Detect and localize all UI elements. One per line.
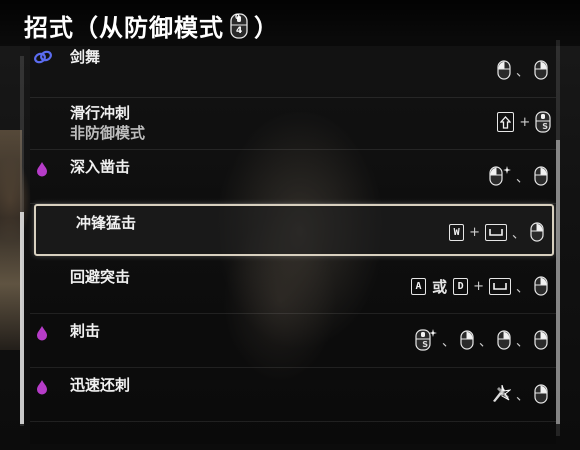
sparkle-icon xyxy=(428,329,437,337)
move-name: 迅速还刺 xyxy=(70,376,131,394)
key-d-icon: D xyxy=(453,277,469,295)
title-prefix: 招式（从防御模式 xyxy=(24,14,224,42)
move-row[interactable]: 迅速还刺 、 xyxy=(30,368,556,422)
separator: 、 xyxy=(515,64,529,80)
separator: 、 xyxy=(441,334,455,350)
move-name: 冲锋猛击 xyxy=(76,214,137,232)
purple-drop-icon xyxy=(36,162,48,177)
move-row[interactable]: 滑行冲刺非防御模式 + S xyxy=(30,96,556,150)
purple-drop-icon xyxy=(36,380,48,395)
move-name: 滑行冲刺 xyxy=(70,104,131,122)
move-subtitle: 非防御模式 xyxy=(70,124,146,142)
move-row[interactable]: 刺击 S 、 、 、 xyxy=(30,314,556,368)
mouse-left-click-icon xyxy=(497,60,511,80)
move-row[interactable]: 冲锋猛击 W + 、 xyxy=(34,204,554,256)
parry-icon xyxy=(491,385,511,403)
plus-sign: + xyxy=(519,114,531,130)
move-row[interactable]: 回避突击 A 或 D + 、 xyxy=(30,260,556,314)
move-name: 深入凿击 xyxy=(70,158,131,176)
mouse-right-click-icon xyxy=(534,330,548,350)
scroll-digit-top: 0 xyxy=(235,12,241,21)
key-w-icon: W xyxy=(449,223,465,241)
plus-sign: + xyxy=(473,278,484,294)
or-label: 或 xyxy=(432,277,448,296)
key-a-icon: A xyxy=(411,277,427,295)
sparkle-icon xyxy=(502,166,511,174)
header-bar: 招式（从防御模式 04 ） xyxy=(0,0,580,46)
move-inputs: S 、 、 、 xyxy=(415,328,548,352)
move-inputs: 、 xyxy=(491,382,548,406)
background-character-edge xyxy=(0,130,22,350)
mouse-right-click-icon xyxy=(534,60,548,80)
left-scrollbar-thumb[interactable] xyxy=(20,212,24,424)
mouse-right-click-icon xyxy=(497,330,511,350)
space-key-icon xyxy=(488,277,511,295)
scroll-letter: S xyxy=(422,340,428,349)
separator: 、 xyxy=(515,334,529,350)
mouse-right-click-icon xyxy=(534,276,548,296)
moves-list: 剑舞、滑行冲刺 非防御模式 + S 深入凿击、冲锋猛击 W +、回避突击 A 或 D +、 刺击… xyxy=(30,44,556,444)
purple-drop-icon xyxy=(36,326,48,341)
mouse-scroll-icon: 04 xyxy=(230,13,248,39)
move-inputs: W + 、 xyxy=(449,220,544,244)
separator: 、 xyxy=(478,334,492,350)
move-name: 剑舞 xyxy=(70,48,101,66)
scroll-digit-bottom: 4 xyxy=(236,25,244,36)
move-name: 回避突击 xyxy=(70,268,131,286)
mouse-scroll-attack-icon: S xyxy=(415,329,437,351)
separator: 、 xyxy=(515,388,529,404)
mouse-right-click-icon xyxy=(530,222,544,242)
separator: 、 xyxy=(515,170,529,186)
mouse-right-click-icon xyxy=(460,330,474,350)
title-suffix: ） xyxy=(254,14,279,42)
move-row[interactable]: 深入凿击、 xyxy=(30,150,556,204)
move-inputs: 、 xyxy=(497,58,548,82)
mouse-right-click-icon xyxy=(534,166,548,186)
shift-up-arrow-key-icon xyxy=(497,112,515,132)
mouse-scroll-icon: S xyxy=(535,111,551,133)
mouse-left-attack-icon xyxy=(489,166,511,186)
move-inputs: 、 xyxy=(489,164,548,188)
space-key-icon xyxy=(484,223,507,241)
move-inputs: A 或 D + 、 xyxy=(411,274,548,298)
separator: 、 xyxy=(515,280,529,296)
chain-link-icon xyxy=(34,50,52,64)
plus-sign: + xyxy=(469,224,480,240)
page-title: 招式（从防御模式 04 ） xyxy=(24,8,279,43)
scroll-letter: S xyxy=(542,122,548,131)
separator: 、 xyxy=(511,226,525,242)
move-inputs: + S xyxy=(497,110,551,134)
right-scrollbar-thumb[interactable] xyxy=(556,140,560,424)
mouse-right-click-icon xyxy=(534,384,548,404)
move-row[interactable]: 剑舞、 xyxy=(30,44,556,98)
move-name: 刺击 xyxy=(70,322,101,340)
